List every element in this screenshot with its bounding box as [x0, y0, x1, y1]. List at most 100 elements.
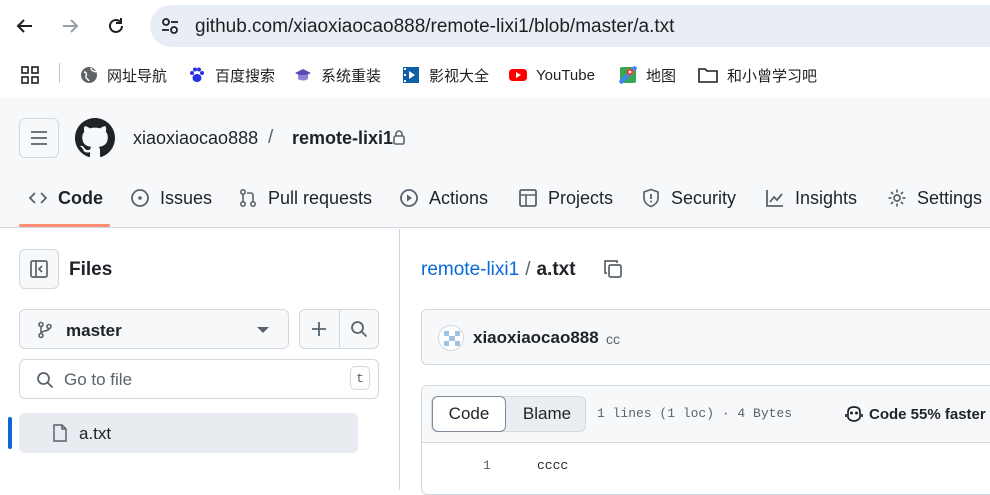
- arrow-right-icon: [63, 19, 79, 33]
- grad-cap-icon: [295, 69, 311, 81]
- search-icon: [351, 321, 368, 338]
- film-icon: [403, 67, 419, 83]
- issue-icon: [131, 189, 149, 207]
- file-breadcrumb: remote-lixi1 /a.txt: [421, 259, 576, 281]
- apps-button[interactable]: [21, 64, 39, 86]
- play-icon: [400, 189, 418, 207]
- go-to-file-field[interactable]: [19, 359, 379, 399]
- bookmark-label: 地图: [646, 67, 677, 85]
- arrow-left-icon: [16, 19, 32, 33]
- github-logo-icon[interactable]: [75, 118, 115, 158]
- menu-button[interactable]: [19, 118, 59, 158]
- bookmark-item[interactable]: 百度搜索: [188, 64, 275, 86]
- tab-label: Code: [58, 187, 103, 208]
- breadcrumb-separator: /: [268, 127, 274, 148]
- reload-icon: [109, 18, 123, 33]
- site-settings-icon[interactable]: [160, 16, 180, 36]
- chevron-down-icon: [257, 327, 269, 333]
- view-mode-toggle: Code Blame: [431, 396, 586, 432]
- tab-label: Security: [671, 187, 737, 208]
- identicon-icon: [444, 331, 460, 346]
- file-viewer-header: Code Blame 1 lines (1 loc) · 4 Bytes Cod…: [422, 386, 990, 443]
- bookmarks-divider: [59, 63, 60, 83]
- latest-commit-bar: xiaoxiaocao888 cc: [421, 309, 990, 365]
- browser-toolbar: github.com/xiaoxiaocao888/remote-lixi1/b…: [0, 0, 990, 52]
- repo-owner-link[interactable]: xiaoxiaocao888: [133, 128, 258, 149]
- tab-actions[interactable]: Actions: [399, 186, 488, 210]
- shortcut-hint: t: [350, 366, 370, 390]
- code-icon: [28, 192, 48, 204]
- table-icon: [519, 189, 537, 207]
- plus-icon: [312, 322, 327, 336]
- avatar[interactable]: [438, 325, 464, 351]
- add-file-button[interactable]: [300, 310, 339, 348]
- git-branch-icon: [38, 321, 52, 339]
- hamburger-icon: [31, 131, 47, 145]
- shield-icon: [643, 188, 659, 208]
- bookmark-item[interactable]: 地图: [619, 64, 676, 86]
- tab-label: Pull requests: [268, 187, 373, 208]
- commit-message[interactable]: cc: [606, 331, 620, 347]
- folder-icon: [698, 68, 718, 83]
- copilot-promo[interactable]: Code 55% faster w: [844, 404, 990, 424]
- address-bar[interactable]: github.com/xiaoxiaocao888/remote-lixi1/b…: [150, 5, 990, 47]
- branch-selector[interactable]: master: [19, 309, 289, 349]
- search-icon: [37, 372, 54, 389]
- back-button[interactable]: [9, 10, 41, 42]
- tree-item-a-txt[interactable]: a.txt: [19, 413, 358, 453]
- tab-code[interactable]: Code: [28, 186, 103, 210]
- tab-security[interactable]: Security: [641, 186, 736, 210]
- tab-issues[interactable]: Issues: [130, 186, 212, 210]
- copy-path-icon[interactable]: [603, 259, 623, 279]
- breadcrumb-repo-link[interactable]: remote-lixi1: [421, 259, 519, 280]
- bookmark-label: YouTube: [536, 66, 595, 84]
- bookmark-label: 影视大全: [429, 67, 490, 85]
- gear-icon: [888, 189, 906, 207]
- bookmark-item[interactable]: YouTube: [509, 64, 595, 86]
- commit-author[interactable]: xiaoxiaocao888: [473, 328, 599, 348]
- tab-settings[interactable]: Settings: [887, 186, 982, 210]
- file-meta: 1 lines (1 loc) · 4 Bytes: [597, 406, 793, 421]
- globe-icon: [81, 67, 97, 83]
- file-viewer: Code Blame 1 lines (1 loc) · 4 Bytes Cod…: [421, 385, 990, 495]
- bookmark-label: 百度搜索: [215, 67, 276, 85]
- active-tab-indicator: [19, 224, 110, 227]
- tab-projects[interactable]: Projects: [518, 186, 613, 210]
- bookmark-item[interactable]: 和小曾学习吧: [698, 64, 817, 86]
- search-code-button[interactable]: [338, 310, 378, 348]
- graph-icon: [766, 190, 783, 207]
- tab-pull-requests[interactable]: Pull requests: [238, 186, 372, 210]
- bookmark-label: 网址导航: [107, 67, 168, 85]
- bookmark-label: 和小曾学习吧: [727, 67, 818, 85]
- maps-icon: [619, 66, 637, 84]
- baidu-paw-icon: [190, 67, 204, 82]
- reload-button[interactable]: [100, 10, 132, 42]
- bookmark-item[interactable]: 影视大全: [402, 64, 489, 86]
- code-line: cccc: [537, 458, 569, 473]
- repo-name-link[interactable]: remote-lixi1: [292, 128, 393, 149]
- go-to-file-input[interactable]: [64, 368, 354, 392]
- blame-view-button[interactable]: Blame: [508, 397, 586, 431]
- bookmark-item[interactable]: 系统重装: [294, 64, 381, 86]
- url-text[interactable]: github.com/xiaoxiaocao888/remote-lixi1/b…: [195, 16, 674, 38]
- bookmark-item[interactable]: 网址导航: [80, 64, 167, 86]
- code-view-button[interactable]: Code: [432, 396, 506, 432]
- file-icon: [53, 424, 67, 442]
- tab-label: Projects: [548, 187, 614, 208]
- repo-header: xiaoxiaocao888 / remote-lixi1 Code Issue…: [0, 98, 990, 228]
- forward-button[interactable]: [54, 10, 86, 42]
- pull-request-icon: [239, 188, 257, 208]
- lock-icon: [393, 130, 405, 145]
- line-number[interactable]: 1: [483, 458, 491, 473]
- sidebar-collapse-icon: [30, 260, 48, 278]
- copilot-text: Code 55% faster w: [869, 405, 990, 423]
- tab-label: Actions: [429, 187, 489, 208]
- copilot-icon: [845, 406, 863, 422]
- breadcrumb-separator: /: [525, 259, 531, 280]
- file-actions-group: [299, 309, 379, 349]
- tab-label: Insights: [795, 187, 858, 208]
- file-name: a.txt: [536, 259, 576, 280]
- selected-file-indicator: [8, 417, 12, 449]
- tab-insights[interactable]: Insights: [765, 186, 857, 210]
- collapse-sidebar-button[interactable]: [19, 249, 59, 289]
